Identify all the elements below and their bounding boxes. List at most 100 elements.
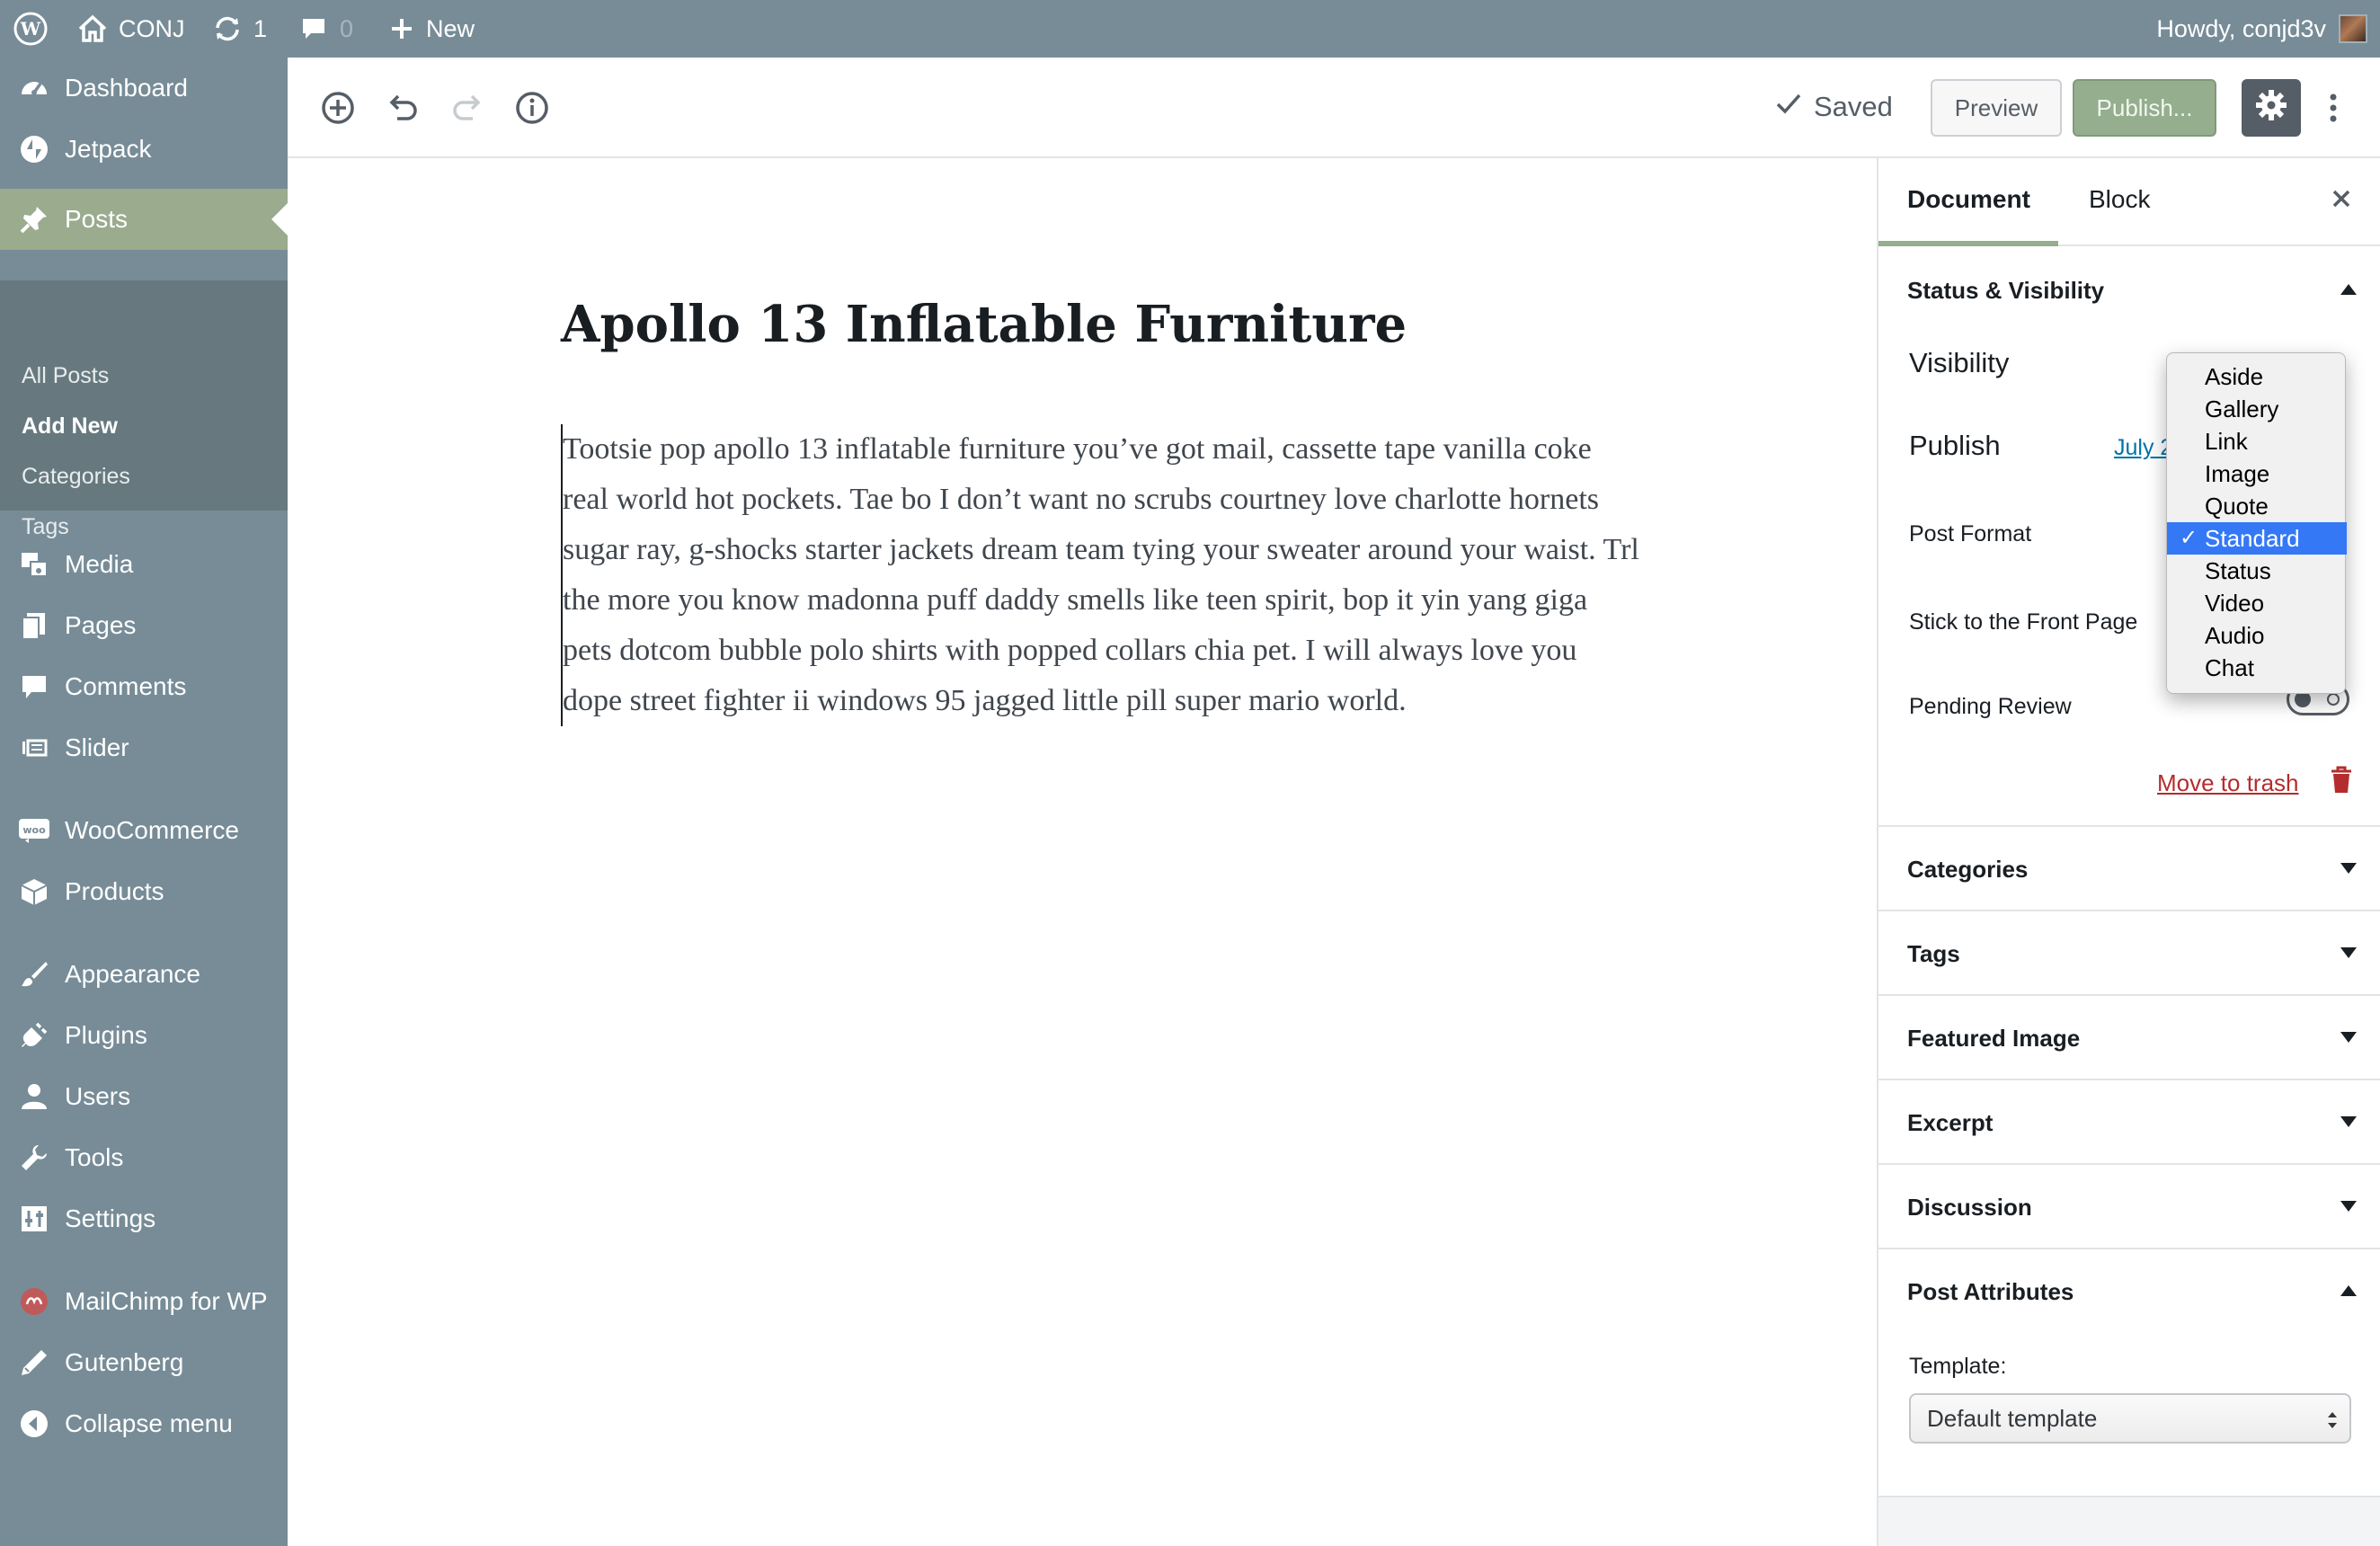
sidebar-item-label: Media xyxy=(65,550,134,578)
featured-image-panel-toggle[interactable]: Featured Image xyxy=(1878,996,2380,1080)
saved-label: Saved xyxy=(1814,91,1893,122)
post-format-option-label: Standard xyxy=(2205,525,2300,552)
sidebar-item-woocommerce[interactable]: woo WooCommerce xyxy=(0,800,288,861)
mailchimp-icon xyxy=(0,1286,65,1317)
sidebar-item-products[interactable]: Products xyxy=(0,861,288,922)
post-format-dropdown[interactable]: Aside Gallery Link Image Quote ✓ Standard Statu… xyxy=(2166,352,2347,694)
updates-link[interactable]: 1 xyxy=(212,0,267,58)
excerpt-panel-toggle[interactable]: Excerpt xyxy=(1878,1080,2380,1165)
gear-icon xyxy=(2253,87,2289,129)
sidebar-item-appearance[interactable]: Appearance xyxy=(0,944,288,1005)
collapse-icon xyxy=(0,1408,65,1439)
new-content-link[interactable]: New xyxy=(388,0,475,58)
collapse-menu-button[interactable]: Collapse menu xyxy=(0,1393,288,1454)
sidebar-item-tools[interactable]: Tools xyxy=(0,1127,288,1188)
tab-document[interactable]: Document xyxy=(1907,185,2030,214)
post-format-option-label: Link xyxy=(2205,428,2248,455)
sidebar-item-dashboard[interactable]: Dashboard xyxy=(0,58,288,119)
add-block-icon[interactable] xyxy=(316,86,360,129)
sidebar-item-label: Settings xyxy=(65,1204,156,1232)
saved-indicator: Saved xyxy=(1774,90,1893,124)
post-format-option-gallery[interactable]: Gallery xyxy=(2167,393,2347,425)
post-format-option-aside[interactable]: Aside xyxy=(2167,360,2347,393)
plug-icon xyxy=(0,1020,65,1051)
sidebar-item-label: Slider xyxy=(65,733,129,761)
post-format-option-chat[interactable]: Chat xyxy=(2167,652,2347,684)
paragraph-block[interactable]: Tootsie pop apollo 13 inflatable furnitu… xyxy=(561,424,1639,726)
preview-button[interactable]: Preview xyxy=(1931,79,2062,137)
post-format-option-standard[interactable]: ✓ Standard xyxy=(2167,522,2347,555)
post-format-option-label: Chat xyxy=(2205,654,2254,681)
tags-panel-toggle[interactable]: Tags xyxy=(1878,911,2380,996)
status-visibility-panel-toggle[interactable]: Status & Visibility xyxy=(1878,248,2380,333)
post-title[interactable]: Apollo 13 Inflatable Furniture xyxy=(561,295,1639,354)
sidebar-item-posts[interactable]: Posts xyxy=(0,189,288,250)
settings-sliders-icon xyxy=(0,1204,65,1234)
sidebar-item-pages[interactable]: Pages xyxy=(0,595,288,656)
comments-link[interactable]: 0 xyxy=(300,0,353,58)
trash-icon[interactable] xyxy=(2330,766,2353,799)
post-format-option-link[interactable]: Link xyxy=(2167,425,2347,458)
sidebar-item-media[interactable]: Media xyxy=(0,534,288,595)
refresh-icon xyxy=(212,15,243,42)
template-select-value: Default template xyxy=(1927,1405,2098,1432)
undo-icon[interactable] xyxy=(381,86,424,129)
publish-date-link[interactable]: July 2 xyxy=(2114,435,2172,461)
sidebar-item-users[interactable]: Users xyxy=(0,1066,288,1127)
close-icon[interactable] xyxy=(2331,189,2351,213)
move-to-trash-link[interactable]: Move to trash xyxy=(2157,769,2299,797)
panel-title: Post Attributes xyxy=(1907,1278,2074,1305)
site-name-link[interactable]: CONJ xyxy=(77,0,185,58)
post-format-option-label: Gallery xyxy=(2205,395,2279,422)
editor-canvas: Apollo 13 Inflatable Furniture Tootsie p… xyxy=(288,158,1877,1546)
post-format-option-label: Quote xyxy=(2205,493,2269,520)
products-icon xyxy=(0,876,65,907)
post-format-option-image[interactable]: Image xyxy=(2167,458,2347,490)
pencil-icon xyxy=(0,1347,65,1378)
categories-panel-toggle[interactable]: Categories xyxy=(1878,827,2380,911)
media-icon xyxy=(0,549,65,580)
post-format-option-video[interactable]: Video xyxy=(2167,587,2347,619)
publish-button[interactable]: Publish... xyxy=(2073,79,2216,137)
settings-tabs: Document Block xyxy=(1878,158,2380,246)
sidebar-item-label: Jetpack xyxy=(65,135,152,163)
sidebar-item-label: Pages xyxy=(65,611,137,639)
post-format-option-label: Audio xyxy=(2205,622,2265,649)
comments-count: 0 xyxy=(340,14,354,42)
sidebar-item-mailchimp[interactable]: MailChimp for WP xyxy=(0,1271,288,1332)
panel-title: Excerpt xyxy=(1907,1109,1994,1136)
template-select[interactable]: Default template xyxy=(1909,1393,2351,1444)
sidebar-item-settings[interactable]: Settings xyxy=(0,1188,288,1249)
sidebar-footer xyxy=(1878,1496,2380,1546)
active-tab-indicator xyxy=(1878,241,2058,246)
submenu-all-posts-link[interactable]: All Posts xyxy=(22,363,109,389)
post-format-option-label: Aside xyxy=(2205,363,2264,390)
sidebar-item-slider[interactable]: Slider xyxy=(0,717,288,778)
submenu-add-new[interactable]: Add New xyxy=(22,413,118,440)
more-menu-icon[interactable] xyxy=(2315,86,2351,129)
sidebar-item-gutenberg[interactable]: Gutenberg xyxy=(0,1332,288,1393)
pages-icon xyxy=(0,610,65,641)
account-menu[interactable]: Howdy, conjd3v xyxy=(2156,0,2367,58)
sidebar-item-jetpack[interactable]: Jetpack xyxy=(0,119,288,180)
info-icon[interactable] xyxy=(511,86,554,129)
tab-block[interactable]: Block xyxy=(2089,185,2150,214)
redo-icon[interactable] xyxy=(446,86,489,129)
brush-icon xyxy=(0,959,65,990)
post-format-option-audio[interactable]: Audio xyxy=(2167,619,2347,652)
post-format-option-status[interactable]: Status xyxy=(2167,555,2347,587)
sidebar-item-comments[interactable]: Comments xyxy=(0,656,288,717)
settings-toggle-button[interactable] xyxy=(2242,79,2301,137)
wordpress-logo-icon[interactable]: W xyxy=(13,0,49,58)
discussion-panel-toggle[interactable]: Discussion xyxy=(1878,1165,2380,1249)
post-attributes-panel-toggle[interactable]: Post Attributes xyxy=(1878,1249,2380,1334)
checkmark-icon xyxy=(1774,90,1803,124)
sidebar-item-plugins[interactable]: Plugins xyxy=(0,1005,288,1066)
template-label: Template: xyxy=(1909,1354,2007,1379)
woo-icon: woo xyxy=(0,817,65,844)
submenu-categories[interactable]: Categories xyxy=(22,464,130,490)
post-format-option-quote[interactable]: Quote xyxy=(2167,490,2347,522)
chevron-down-icon xyxy=(2340,1116,2357,1127)
sidebar-item-label: Plugins xyxy=(65,1021,147,1049)
sticky-label: Stick to the Front Page xyxy=(1909,609,2138,635)
